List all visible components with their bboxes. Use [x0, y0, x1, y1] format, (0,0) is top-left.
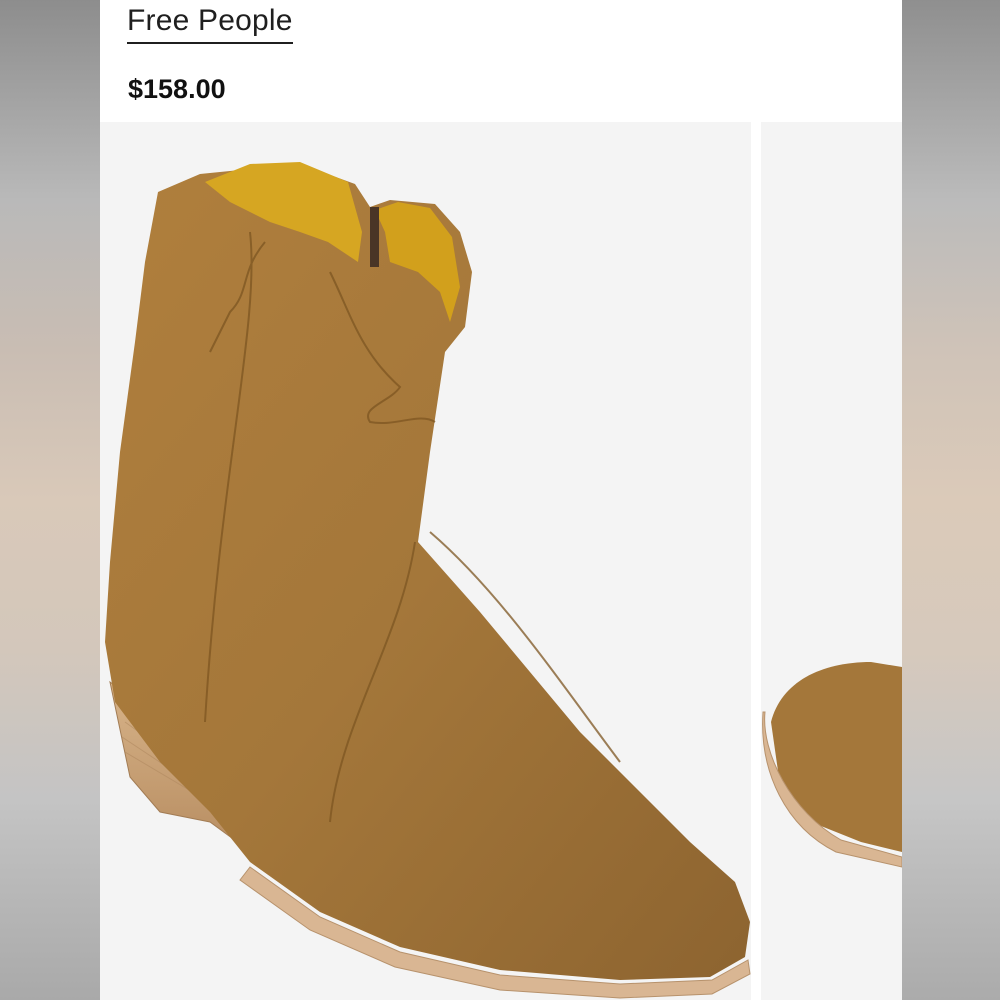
brand-link[interactable]: Free People [127, 2, 293, 44]
product-image-next[interactable] [761, 122, 902, 1000]
image-gallery[interactable] [100, 122, 902, 1000]
product-screen: Free People $158.00 [100, 0, 902, 1000]
boot-illustration [105, 162, 751, 999]
product-image-main[interactable] [100, 122, 751, 1000]
left-blurred-edge [0, 0, 100, 1000]
right-blurred-edge [900, 0, 1000, 1000]
product-price: $158.00 [128, 74, 226, 104]
boot-toe-illustration [762, 662, 902, 868]
